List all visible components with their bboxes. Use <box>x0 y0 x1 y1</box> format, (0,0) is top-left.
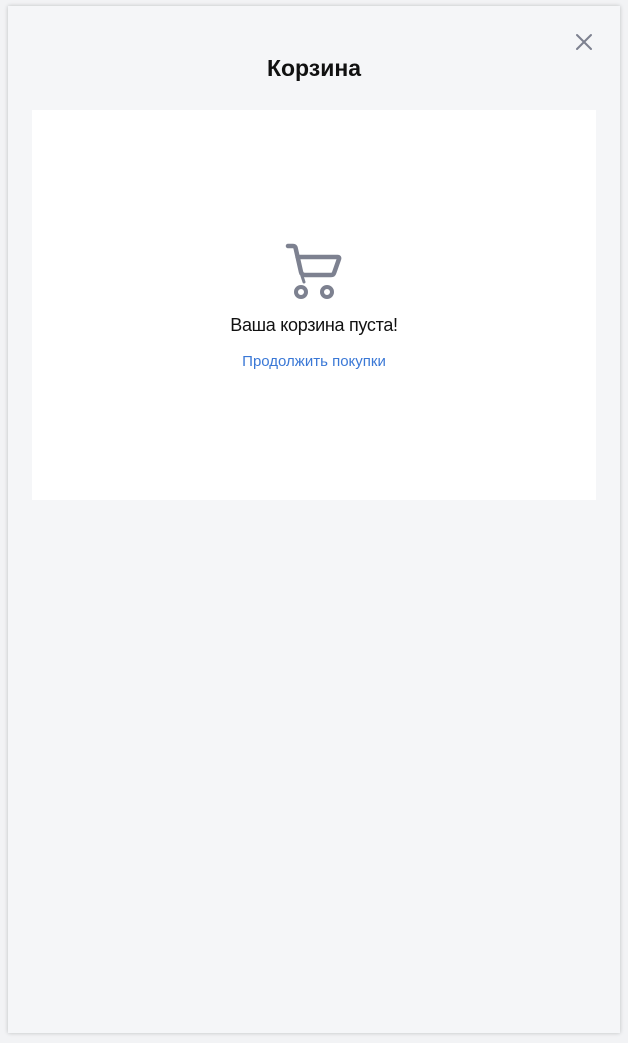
cart-modal: Корзина Ваша корзина пуста! Продолжить п… <box>8 6 620 1033</box>
cart-content-panel: Ваша корзина пуста! Продолжить покупки <box>32 110 596 500</box>
modal-title: Корзина <box>266 55 362 81</box>
empty-cart-state: Ваша корзина пуста! Продолжить покупки <box>32 242 596 371</box>
empty-cart-message: Ваша корзина пуста! <box>230 315 398 335</box>
close-icon[interactable] <box>575 33 593 51</box>
continue-shopping-link[interactable]: Продолжить покупки <box>242 353 386 371</box>
shopping-cart-icon <box>285 243 342 299</box>
close-button[interactable] <box>574 32 594 52</box>
